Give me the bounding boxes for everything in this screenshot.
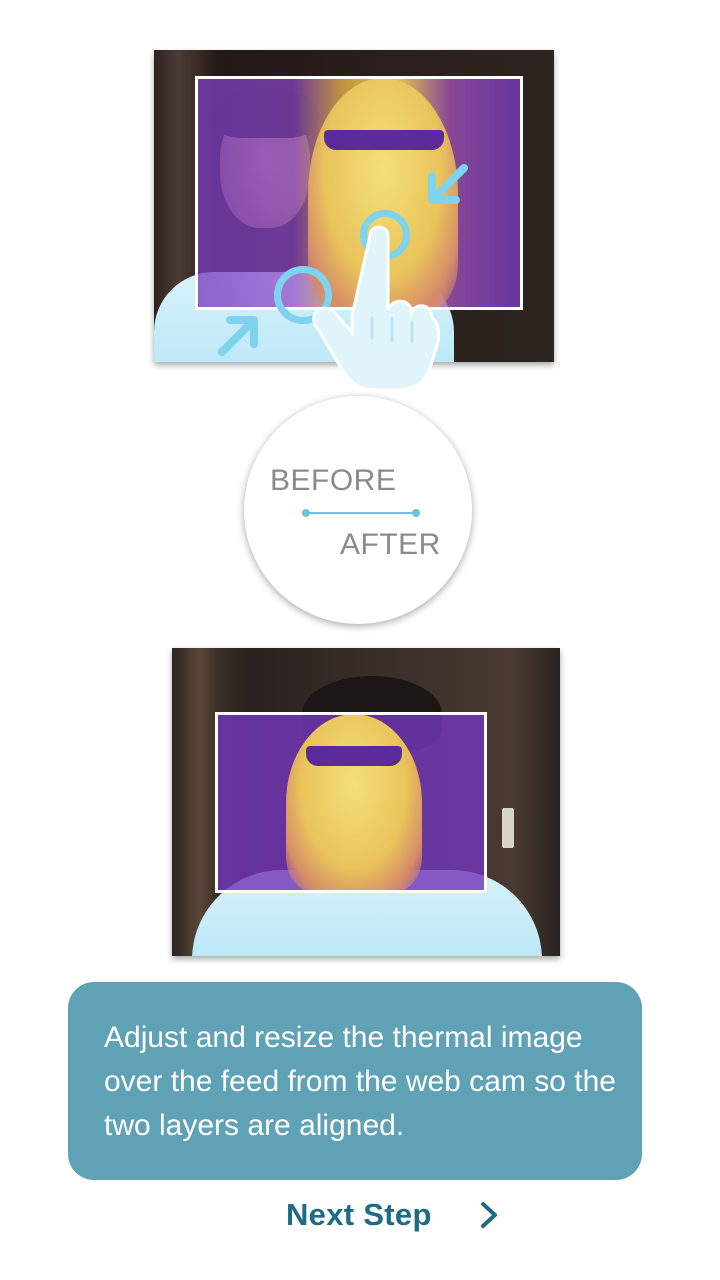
divider-dot <box>412 509 420 517</box>
pointing-hand-icon <box>312 225 440 392</box>
after-photo <box>172 648 560 956</box>
wall-switch <box>502 808 514 848</box>
before-after-divider: BEFORE AFTER <box>244 396 472 624</box>
divider-line <box>302 509 420 517</box>
arrow-inward-icon <box>218 316 258 356</box>
next-step-button[interactable]: Next Step <box>286 1190 500 1240</box>
next-step-label: Next Step <box>286 1197 432 1232</box>
instruction-text: Adjust and resize the thermal image over… <box>104 1021 616 1142</box>
chevron-right-icon <box>480 1202 497 1228</box>
divider-dot <box>302 509 310 517</box>
before-label: BEFORE <box>270 464 397 497</box>
instruction-card: Adjust and resize the thermal image over… <box>68 982 642 1180</box>
arrow-inward-icon <box>428 164 468 204</box>
after-label: AFTER <box>340 528 441 561</box>
thermal-frame-after[interactable] <box>215 712 487 893</box>
